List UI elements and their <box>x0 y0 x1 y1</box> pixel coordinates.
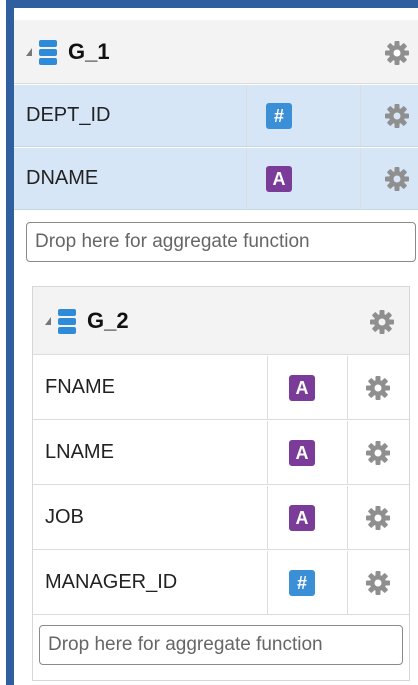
field-row-lname[interactable]: LNAME A <box>33 421 409 485</box>
field-row-job[interactable]: JOB A <box>33 486 409 550</box>
column-divider <box>267 421 268 484</box>
text-icon: A <box>289 375 315 401</box>
group-g2-panel: G_2 FNAME A LNAME A JOB A MANAGER_ID # D… <box>32 286 410 681</box>
text-icon: A <box>289 505 315 531</box>
group-g2-header[interactable]: G_2 <box>33 287 409 355</box>
field-row-fname[interactable]: FNAME A <box>33 356 409 420</box>
text-icon: A <box>289 440 315 466</box>
database-icon <box>39 39 57 65</box>
gear-icon <box>366 506 390 530</box>
column-divider <box>347 486 348 549</box>
field-settings-button[interactable] <box>365 570 391 601</box>
field-settings-button[interactable] <box>365 505 391 536</box>
field-name: JOB <box>45 506 84 528</box>
group-settings-button[interactable] <box>384 40 410 71</box>
window-frame-top <box>6 0 418 8</box>
field-settings-button[interactable] <box>365 375 391 406</box>
group-title: G_2 <box>87 307 129 333</box>
collapse-triangle-icon[interactable] <box>45 316 51 325</box>
field-name: MANAGER_ID <box>45 571 178 593</box>
field-settings-button[interactable] <box>384 103 410 134</box>
column-divider <box>246 85 247 146</box>
column-divider <box>347 551 348 614</box>
data-model-panel: G_1 DEPT_ID # DNAME A Drop here for aggr… <box>14 8 418 685</box>
column-divider <box>267 356 268 419</box>
column-divider <box>347 421 348 484</box>
collapse-triangle-icon[interactable] <box>26 47 32 56</box>
field-name: LNAME <box>45 441 114 463</box>
column-divider <box>360 85 361 146</box>
gear-icon <box>366 441 390 465</box>
aggregate-drop-zone[interactable]: Drop here for aggregate function <box>39 625 403 665</box>
group-title: G_1 <box>68 38 110 64</box>
column-divider <box>267 551 268 614</box>
gear-icon <box>366 376 390 400</box>
field-settings-button[interactable] <box>384 166 410 197</box>
field-name: FNAME <box>45 376 115 398</box>
column-divider <box>360 148 361 209</box>
column-divider <box>246 148 247 209</box>
column-divider <box>347 356 348 419</box>
field-name: DNAME <box>26 167 99 189</box>
field-name: DEPT_ID <box>26 104 111 126</box>
gear-icon <box>385 41 409 65</box>
field-row-dname[interactable]: DNAME A <box>14 148 418 210</box>
gear-icon <box>385 167 409 191</box>
column-divider <box>267 486 268 549</box>
gear-icon <box>370 310 394 334</box>
field-row-dept-id[interactable]: DEPT_ID # <box>14 85 418 147</box>
number-icon: # <box>289 570 315 596</box>
aggregate-drop-zone[interactable]: Drop here for aggregate function <box>26 222 416 262</box>
group-g1-header[interactable]: G_1 <box>14 20 418 84</box>
field-row-manager-id[interactable]: MANAGER_ID # <box>33 551 409 615</box>
number-icon: # <box>266 103 292 129</box>
window-frame-left <box>6 0 14 685</box>
database-icon <box>58 308 76 334</box>
group-settings-button[interactable] <box>369 309 395 340</box>
field-settings-button[interactable] <box>365 440 391 471</box>
gear-icon <box>385 104 409 128</box>
text-icon: A <box>266 166 292 192</box>
gear-icon <box>366 571 390 595</box>
